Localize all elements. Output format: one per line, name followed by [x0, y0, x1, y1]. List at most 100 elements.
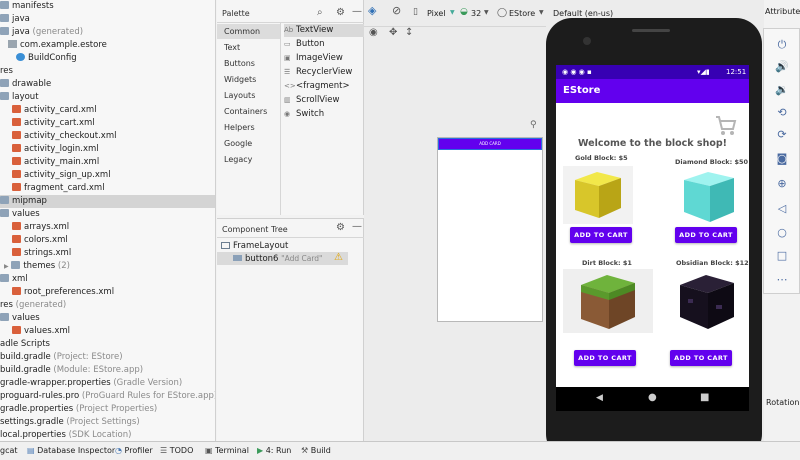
power-icon[interactable]: ⏻ — [774, 37, 790, 53]
tool-window-build[interactable]: ⚒ Build — [301, 446, 331, 455]
tree-row[interactable]: java — [0, 13, 215, 26]
tree-row[interactable]: settings.gradle (Project Settings) — [0, 416, 215, 429]
palette-category-legacy[interactable]: Legacy — [217, 152, 280, 167]
tree-row[interactable]: colors.xml — [0, 234, 215, 247]
palette-item-button[interactable]: ▭ Button — [284, 38, 364, 51]
tree-row[interactable]: local.properties (SDK Location) — [0, 429, 215, 441]
tree-row[interactable]: gradle.properties (Project Properties) — [0, 403, 215, 416]
overview-icon[interactable]: □ — [774, 248, 790, 264]
tree-row[interactable]: activity_login.xml — [0, 143, 215, 156]
tree-row[interactable]: values — [0, 312, 215, 325]
rotate-right-icon[interactable]: ⟳ — [774, 127, 790, 143]
add-to-cart-button[interactable]: ADD TO CART — [570, 227, 632, 243]
device-select[interactable]: Pixel — [427, 9, 446, 18]
tree-row[interactable]: activity_main.xml — [0, 156, 215, 169]
palette-category-containers[interactable]: Containers — [217, 104, 280, 119]
eye-icon[interactable]: ◉ — [369, 27, 378, 38]
tree-row[interactable]: gradle-wrapper.properties (Gradle Versio… — [0, 377, 215, 390]
attributes-title[interactable]: Attributes — [765, 7, 800, 16]
tool-window-profiler[interactable]: ◔ Profiler — [115, 446, 153, 455]
tree-row[interactable]: activity_cart.xml — [0, 117, 215, 130]
api-select[interactable]: 32 — [471, 9, 481, 18]
back-icon[interactable]: ◁ — [774, 201, 790, 217]
tree-row[interactable]: adle Scripts — [0, 338, 215, 351]
tree-row[interactable]: build.gradle (Project: EStore) — [0, 351, 215, 364]
layout-canvas[interactable] — [437, 137, 543, 322]
warning-icon[interactable]: ⚠ — [334, 252, 343, 263]
add-to-cart-button[interactable]: ADD TO CART — [574, 350, 636, 366]
tree-node-framelayout[interactable]: FrameLayout — [221, 240, 288, 252]
volume-up-icon[interactable]: 🔊 — [774, 59, 790, 75]
palette-item-recyclerview[interactable]: ☰ RecyclerView — [284, 66, 364, 79]
tree-row[interactable]: drawable — [0, 78, 215, 91]
overview-icon[interactable]: ■ — [700, 392, 709, 403]
tree-row-selected[interactable]: mipmap — [0, 195, 215, 208]
screenshot-icon[interactable]: ◙ — [774, 151, 790, 167]
tree-row[interactable]: activity_card.xml — [0, 104, 215, 117]
blueprint-icon[interactable]: ⊘ — [392, 4, 401, 17]
tree-row[interactable]: build.gradle (Module: EStore.app) — [0, 364, 215, 377]
more-icon[interactable]: ⋯ — [774, 272, 790, 288]
tree-row[interactable]: com.example.estore — [0, 39, 215, 52]
tree-row[interactable]: ▶ themes (2) — [0, 260, 215, 273]
zoom-icon[interactable]: ⊕ — [774, 176, 790, 192]
add-to-cart-button[interactable]: ADD TO CART — [675, 227, 737, 243]
vertical-resize-icon[interactable]: ↕ — [405, 27, 413, 38]
tree-row[interactable]: root_preferences.xml — [0, 286, 215, 299]
home-icon[interactable]: ○ — [774, 225, 790, 241]
tree-row[interactable]: manifests — [0, 0, 215, 13]
search-icon[interactable]: ⌕ — [317, 7, 323, 18]
palette-category-google[interactable]: Google — [217, 136, 280, 151]
tree-row[interactable]: arrays.xml — [0, 221, 215, 234]
palette-category-common[interactable]: Common — [217, 24, 280, 39]
xml-file-icon — [12, 248, 21, 256]
tree-row[interactable]: BuildConfig — [0, 52, 215, 65]
volume-down-icon[interactable]: 🔉 — [774, 82, 790, 98]
gear-icon[interactable]: ⚙ — [336, 7, 345, 18]
tool-window-todo[interactable]: ☰ TODO — [160, 446, 193, 455]
tree-row[interactable]: java (generated) — [0, 26, 215, 39]
tool-window-terminal[interactable]: ▣ Terminal — [205, 446, 249, 455]
palette-category-layouts[interactable]: Layouts — [217, 88, 280, 103]
palette-item-textview[interactable]: Ab TextView — [284, 24, 364, 37]
minimize-icon[interactable]: — — [352, 6, 362, 17]
palette-category-helpers[interactable]: Helpers — [217, 120, 280, 135]
tool-window-database-inspector[interactable]: ▤ Database Inspector — [27, 446, 115, 455]
rotate-left-icon[interactable]: ⟲ — [774, 105, 790, 121]
tool-window-logcat[interactable]: gcat — [0, 446, 18, 455]
folder-icon — [0, 92, 9, 100]
home-icon[interactable]: ● — [648, 392, 657, 403]
add-to-cart-button[interactable]: ADD TO CART — [670, 350, 732, 366]
tree-row[interactable]: proguard-rules.pro (ProGuard Rules for E… — [0, 390, 215, 403]
tree-row[interactable]: values.xml — [0, 325, 215, 338]
tree-row[interactable]: res (generated) — [0, 299, 215, 312]
shopping-cart-icon[interactable] — [714, 114, 738, 138]
tree-row[interactable]: xml — [0, 273, 215, 286]
palette-category-buttons[interactable]: Buttons — [217, 56, 280, 71]
tree-row[interactable]: layout — [0, 91, 215, 104]
palette-item-switch[interactable]: ◉ Switch — [284, 108, 364, 121]
folder-icon — [0, 274, 9, 282]
tree-row[interactable]: fragment_card.xml — [0, 182, 215, 195]
palette-item-imageview[interactable]: ▣ ImageView — [284, 52, 364, 65]
layers-icon[interactable]: ◈ — [368, 4, 376, 17]
device-icon[interactable]: ▯ — [413, 7, 418, 17]
canvas-add-card-button[interactable]: ADD CARD — [438, 138, 542, 150]
palette-category-widgets[interactable]: Widgets — [217, 72, 280, 87]
tree-row[interactable]: values — [0, 208, 215, 221]
palette-item-scrollview[interactable]: ▥ ScrollView — [284, 94, 364, 107]
back-icon[interactable]: ◀ — [596, 393, 603, 403]
tool-window-run[interactable]: ▶ 4: Run — [257, 446, 291, 455]
chevron-right-icon[interactable]: ▶ — [4, 263, 9, 270]
theme-select[interactable]: EStore — [509, 9, 535, 18]
tree-row[interactable]: res — [0, 65, 215, 78]
tree-row[interactable]: strings.xml — [0, 247, 215, 260]
pan-icon[interactable]: ✥ — [389, 27, 397, 38]
minimize-icon[interactable]: — — [352, 221, 362, 232]
gear-icon[interactable]: ⚙ — [336, 222, 345, 233]
tree-row[interactable]: activity_checkout.xml — [0, 130, 215, 143]
locale-select[interactable]: Default (en-us) — [553, 9, 613, 18]
palette-item-fragment[interactable]: <><fragment> — [284, 80, 364, 93]
tree-row[interactable]: activity_sign_up.xml — [0, 169, 215, 182]
palette-category-text[interactable]: Text — [217, 40, 280, 55]
